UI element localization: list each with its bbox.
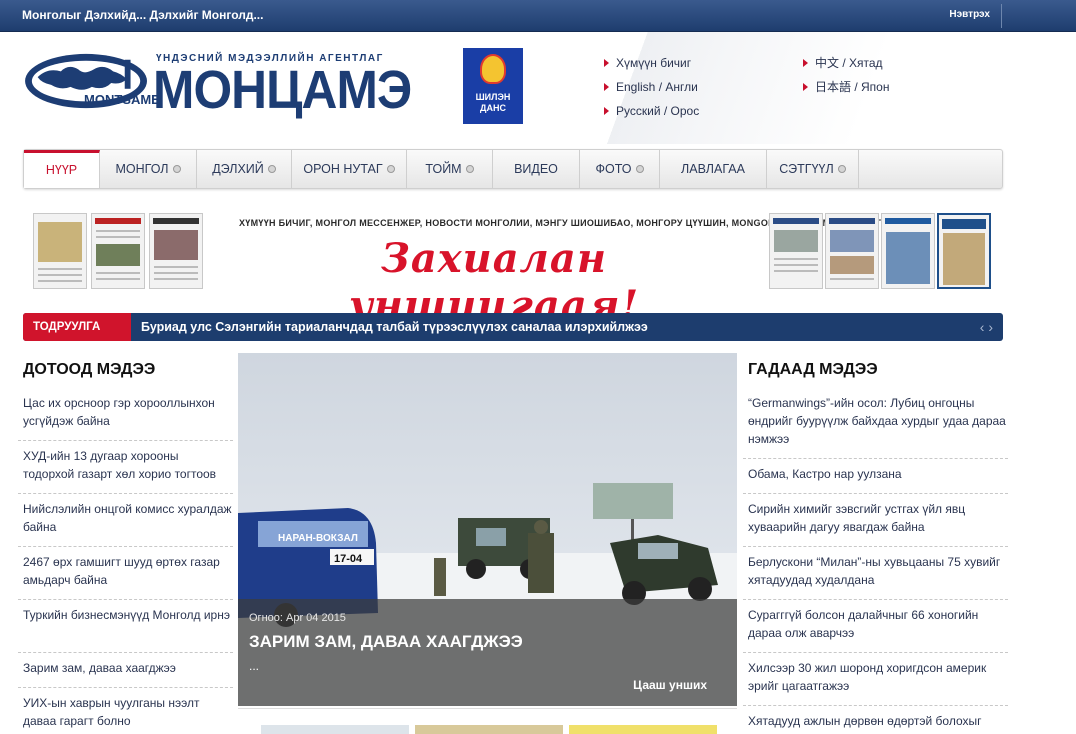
- list-item[interactable]: УИХ-ын хаврын чуулганы нээлт даваа гараг…: [18, 688, 233, 734]
- nav-item-mongolia[interactable]: МОНГОЛ: [100, 150, 197, 188]
- list-item[interactable]: Хилсээр 30 жил шоронд хоригдсон америк э…: [743, 653, 1008, 706]
- topbar-divider: [1001, 4, 1002, 28]
- list-item[interactable]: Зарим зам, даваа хаагджээ: [18, 653, 233, 688]
- bus-route-sign: НАРАН-ВОКЗАЛ: [278, 533, 358, 544]
- chevron-down-icon: [465, 164, 474, 173]
- newspaper-thumbnail: [881, 213, 935, 289]
- ticker-label: ТОДРУУЛГА: [23, 313, 131, 341]
- magazine-thumbnail: [937, 213, 991, 289]
- nav-label: НҮҮР: [45, 163, 78, 177]
- bus-number-sign: 17-04: [334, 553, 363, 565]
- list-item[interactable]: Берлускони “Милан”-ны хувьцааны 75 хувий…: [743, 547, 1008, 600]
- nav-label: ТОЙМ: [425, 162, 462, 176]
- nav-item-world[interactable]: ДЭЛХИЙ: [197, 150, 292, 188]
- chevron-down-icon: [635, 164, 644, 173]
- newspaper-thumbnail: [769, 213, 823, 289]
- thumbnail[interactable]: [569, 725, 717, 734]
- montsame-logo[interactable]: MONTSAME ҮНДЭСНИЙ МЭДЭЭЛЛИЙН АГЕНТЛАГ МО…: [22, 52, 412, 132]
- lang-link-japanese[interactable]: 日本語 / Япон: [802, 80, 889, 94]
- chevron-down-icon: [386, 164, 395, 173]
- list-item[interactable]: ХУД-ийн 13 дугаар хорооны тодорхой газар…: [18, 441, 233, 494]
- logo-name: МОНЦАМЭ: [153, 60, 412, 120]
- nav-label: СЭТГҮҮЛ: [779, 162, 834, 176]
- newspaper-thumbnail: [149, 213, 203, 289]
- nav-item-review[interactable]: ТОЙМ: [407, 150, 493, 188]
- domestic-news-list: Цас их орсноор гэр хорооллынхон усгүйдэж…: [18, 388, 233, 734]
- list-item[interactable]: Обама, Кастро нар уулзана: [743, 459, 1008, 494]
- nav-item-reference[interactable]: ЛАВЛАГАА: [660, 150, 767, 188]
- list-item[interactable]: Нийслэлийн онцгой комисс хуралдаж байна: [18, 494, 233, 547]
- language-list-right: 中文 / Хятад 日本語 / Япон: [802, 56, 889, 104]
- story-title[interactable]: ЗАРИМ ЗАМ, ДАВАА ХААГДЖЭЭ: [249, 632, 523, 652]
- news-ticker: ТОДРУУЛГА Буриад улс Сэлэнгийн тариаланч…: [23, 313, 1003, 341]
- lang-link-russian[interactable]: Русский / Орос: [603, 104, 699, 118]
- subscription-banner[interactable]: ХҮМҮҮН БИЧИГ, МОНГОЛ МЕССЕНЖЕР, НОВОСТИ …: [33, 209, 991, 329]
- glass-account-badge[interactable]: ШИЛЭН ДАНС: [463, 48, 523, 124]
- featured-thumbnails: [238, 708, 737, 734]
- list-item[interactable]: Цас их орсноор гэр хорооллынхон усгүйдэж…: [18, 388, 233, 441]
- lang-link-mongolian-script[interactable]: Хүмүүн бичиг: [603, 56, 699, 70]
- site-header: MONTSAME ҮНДЭСНИЙ МЭДЭЭЛЛИЙН АГЕНТЛАГ МО…: [0, 32, 1076, 144]
- language-list-left: Хүмүүн бичиг English / Англи Русский / О…: [603, 56, 699, 128]
- thumbnail[interactable]: [261, 725, 409, 734]
- list-item[interactable]: Сурагггүй болсон далайчныг 66 хоногийн д…: [743, 600, 1008, 653]
- story-date: Огноо: Apr 04 2015: [249, 612, 346, 624]
- list-item[interactable]: “Germanwings”-ийн осол: Лубиц онгоцны өн…: [743, 388, 1008, 459]
- story-overlay: Огноо: Apr 04 2015 ЗАРИМ ЗАМ, ДАВАА ХААГ…: [238, 599, 737, 706]
- nav-item-video[interactable]: ВИДЕО: [493, 150, 580, 188]
- newspaper-thumbnail: [825, 213, 879, 289]
- badge-line2: ДАНС: [480, 103, 506, 113]
- chevron-down-icon: [837, 164, 846, 173]
- foreign-news-title: ГАДААД МЭДЭЭ: [748, 361, 878, 378]
- badge-line1: ШИЛЭН: [475, 92, 511, 102]
- nav-item-photo[interactable]: ФОТО: [580, 150, 660, 188]
- read-more-link[interactable]: Цааш унших: [633, 678, 707, 692]
- chevron-down-icon: [267, 164, 276, 173]
- chevron-down-icon: [172, 164, 181, 173]
- nav-item-home[interactable]: НҮҮР: [24, 150, 100, 188]
- lang-link-english[interactable]: English / Англи: [603, 80, 699, 94]
- list-item[interactable]: Хятадууд ажлын дөрвөн өдөртэй болохыг: [743, 706, 1008, 734]
- list-item[interactable]: Туркийн бизнесмэнүүд Монголд ирнэ: [18, 600, 233, 653]
- nav-label: ОРОН НУТАГ: [303, 162, 383, 176]
- story-excerpt: ...: [249, 659, 260, 673]
- domestic-news-title: ДОТООД МЭДЭЭ: [23, 361, 156, 378]
- site-slogan: Монголыг Дэлхийд... Дэлхийг Монголд...: [22, 8, 264, 22]
- nav-label: ФОТО: [595, 162, 632, 176]
- publications-list: ХҮМҮҮН БИЧИГ, МОНГОЛ МЕССЕНЖЕР, НОВОСТИ …: [239, 218, 903, 228]
- top-bar: Монголыг Дэлхийд... Дэлхийг Монголд... Н…: [0, 0, 1076, 32]
- list-item[interactable]: Сирийн химийг зэвсгийг устгах үйл явц ху…: [743, 494, 1008, 547]
- nav-label: МОНГОЛ: [115, 162, 169, 176]
- chevron-right-icon[interactable]: ›: [988, 319, 993, 335]
- nav-item-local[interactable]: ОРОН НУТАГ: [292, 150, 407, 188]
- featured-story[interactable]: НАРАН-ВОКЗАЛ 17-04 Огноо: Apr 04 2015 ЗА…: [238, 353, 737, 706]
- nav-label: ЛАВЛАГАА: [681, 162, 745, 176]
- login-link[interactable]: Нэвтрэх: [949, 9, 990, 20]
- main-nav: НҮҮР МОНГОЛ ДЭЛХИЙ ОРОН НУТАГ ТОЙМ ВИДЕО…: [23, 149, 1003, 189]
- state-emblem-icon: [480, 54, 506, 84]
- thumbnail[interactable]: [415, 725, 563, 734]
- nav-item-magazine[interactable]: СЭТГҮҮЛ: [767, 150, 859, 188]
- ticker-arrows[interactable]: ‹ ›: [980, 319, 993, 335]
- lang-link-chinese[interactable]: 中文 / Хятад: [802, 56, 889, 70]
- nav-label: ДЭЛХИЙ: [212, 162, 264, 176]
- newspaper-thumbnail: [33, 213, 87, 289]
- ticker-headline[interactable]: Буриад улс Сэлэнгийн тариаланчдад талбай…: [141, 313, 648, 341]
- newspaper-thumbnail: [91, 213, 145, 289]
- logo-latin-name: MONTSAME: [84, 92, 160, 107]
- list-item[interactable]: 2467 өрх гамшигт шууд өртөх газар амьдар…: [18, 547, 233, 600]
- nav-label: ВИДЕО: [514, 162, 558, 176]
- foreign-news-list: “Germanwings”-ийн осол: Лубиц онгоцны өн…: [743, 388, 1008, 734]
- chevron-left-icon[interactable]: ‹: [980, 319, 985, 335]
